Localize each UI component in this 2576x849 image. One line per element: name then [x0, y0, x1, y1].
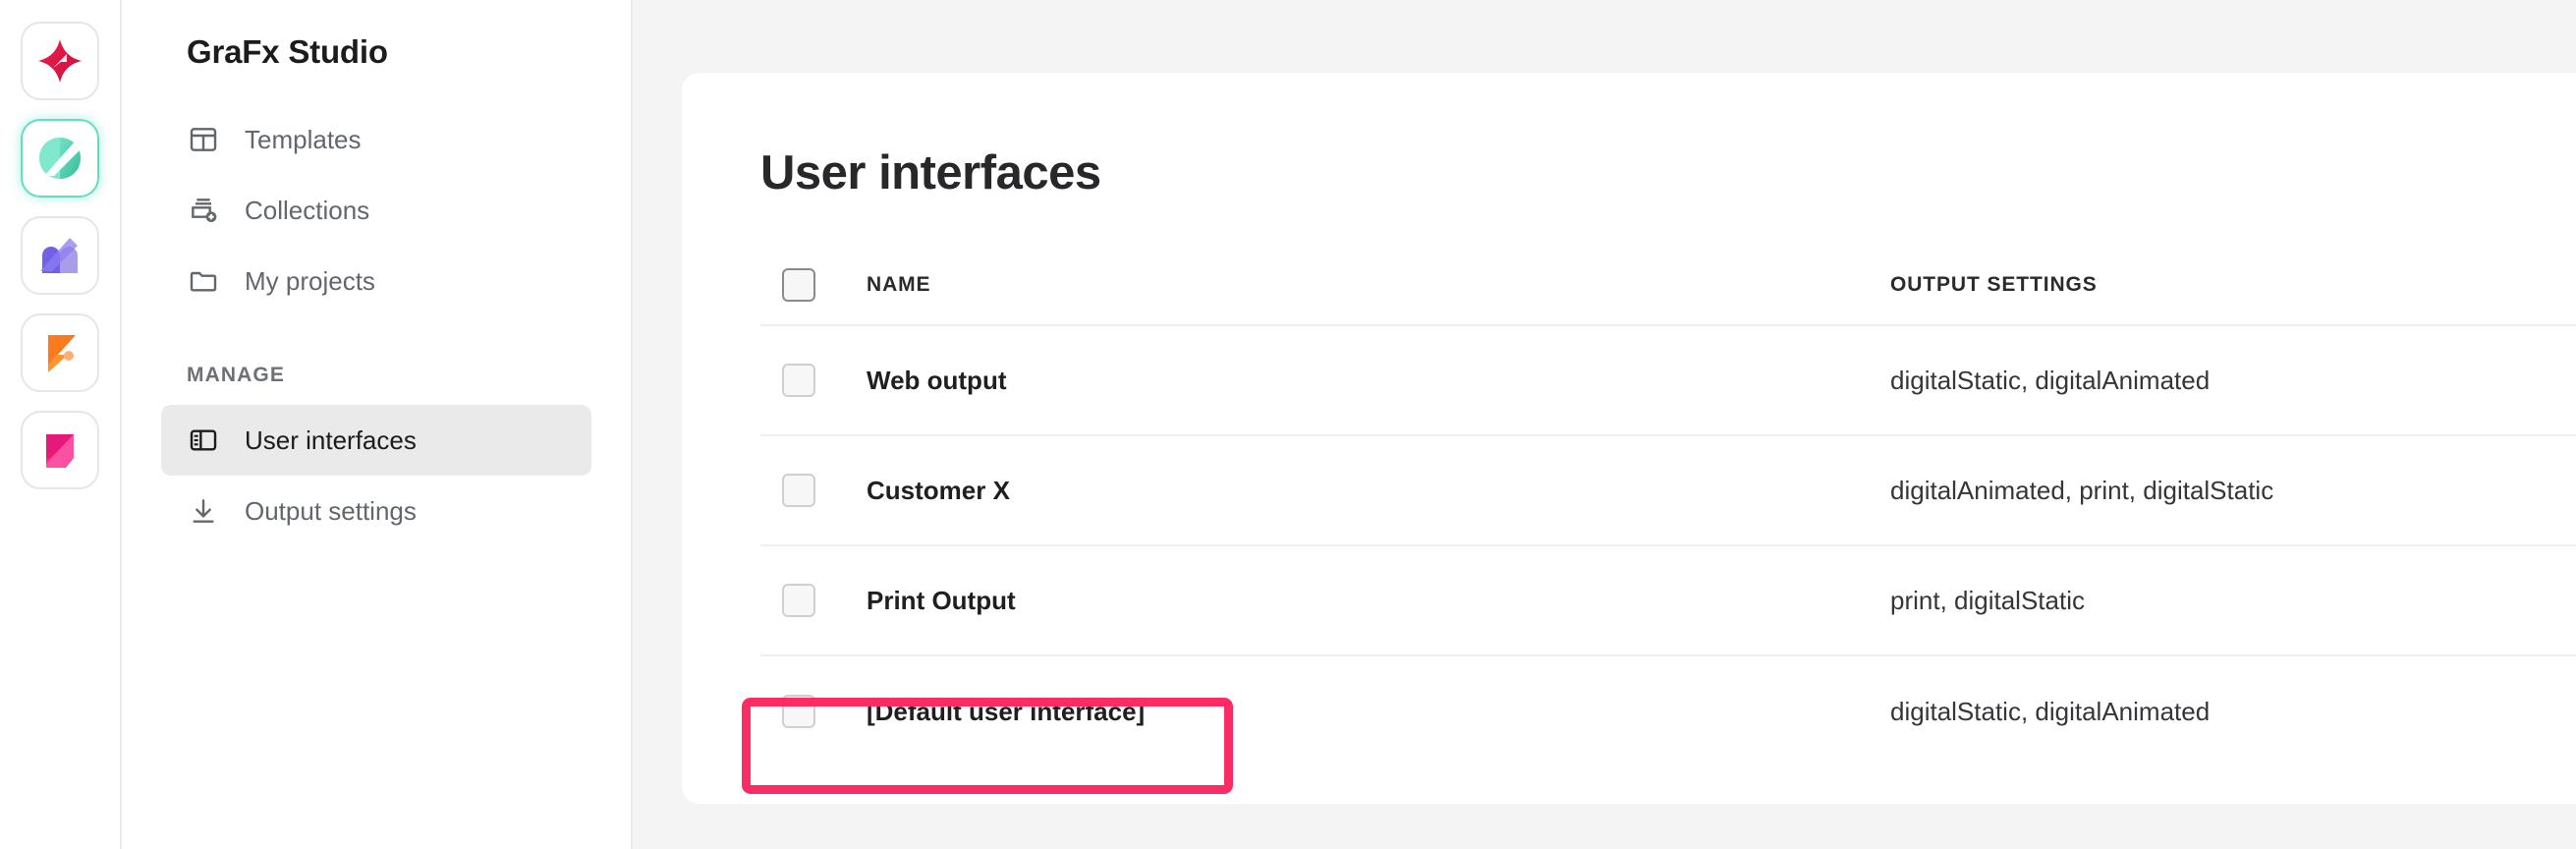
sidebar-item-label: User interfaces — [245, 425, 417, 455]
row-checkbox[interactable] — [782, 584, 815, 617]
collections-add-icon — [187, 194, 220, 227]
sidebar-item-templates[interactable]: Templates — [161, 104, 591, 175]
row-select-cell — [760, 695, 867, 728]
flag-f-icon — [36, 329, 84, 376]
row-output-settings: digitalStatic, digitalAnimated — [1890, 365, 2211, 395]
layout-template-icon — [187, 123, 220, 156]
sidebar-item-collections[interactable]: Collections — [161, 175, 591, 246]
app-icon-purple[interactable] — [21, 216, 99, 295]
sidebar-item-label: Templates — [245, 125, 362, 154]
sidebar-item-my-projects[interactable]: My projects — [161, 246, 591, 316]
row-select-cell — [760, 584, 867, 617]
app-switcher-rail — [0, 0, 122, 849]
table-row[interactable]: [Default user interface] digitalStatic, … — [760, 656, 2576, 766]
select-all-checkbox[interactable] — [782, 268, 815, 302]
sidebar-item-user-interfaces[interactable]: User interfaces — [161, 405, 591, 476]
row-name: [Default user interface] — [867, 696, 1146, 726]
table-row[interactable]: Print Output print, digitalStatic — [760, 546, 2576, 656]
application-window: GraFx Studio Templates Collections My pr… — [0, 0, 2576, 849]
leaf-s-icon — [36, 135, 84, 182]
app-icon-grafx-studio[interactable] — [21, 119, 99, 198]
sidebar-item-output-settings[interactable]: Output settings — [161, 476, 591, 546]
row-select-cell — [760, 474, 867, 507]
row-checkbox[interactable] — [782, 364, 815, 397]
app-title: GraFx Studio — [187, 33, 388, 70]
nav-section-manage-title: MANAGE — [187, 364, 285, 386]
table-row[interactable]: Web output digitalStatic, digitalAnimate… — [760, 326, 2576, 436]
table-header-row: NAME OUTPUT SETTINGS — [760, 246, 2576, 326]
user-interfaces-table: NAME OUTPUT SETTINGS Web output digitalS… — [760, 246, 2576, 766]
app-icon-pink[interactable] — [21, 411, 99, 489]
row-output-settings: print, digitalStatic — [1890, 585, 2085, 615]
sidebar: GraFx Studio Templates Collections My pr… — [122, 0, 633, 849]
row-output-settings: digitalAnimated, print, digitalStatic — [1890, 475, 2274, 505]
download-icon — [187, 494, 220, 528]
column-header-name[interactable]: NAME — [867, 273, 1890, 297]
app-icon-orange[interactable] — [21, 313, 99, 392]
row-name: Web output — [867, 365, 1007, 395]
row-select-cell — [760, 364, 867, 397]
folder-icon — [187, 264, 220, 298]
sidebar-item-label: Collections — [245, 196, 370, 225]
user-interfaces-card: User interfaces NAME OUTPUT SETTINGS Web… — [682, 73, 2576, 804]
primary-nav: Templates Collections My projects MANAGE… — [161, 104, 591, 546]
sidebar-item-label: Output settings — [245, 496, 417, 526]
double-arch-icon — [36, 232, 84, 279]
row-checkbox[interactable] — [782, 474, 815, 507]
row-output-settings: digitalStatic, digitalAnimated — [1890, 696, 2211, 726]
row-name: Print Output — [867, 585, 1016, 615]
star-burst-icon — [36, 37, 84, 85]
main-content: User interfaces NAME OUTPUT SETTINGS Web… — [633, 0, 2576, 849]
panel-layout-icon — [187, 424, 220, 457]
sidebar-item-label: My projects — [245, 266, 375, 296]
row-name: Customer X — [867, 475, 1010, 505]
column-header-output-settings[interactable]: OUTPUT SETTINGS — [1890, 273, 2576, 297]
folded-square-icon — [36, 426, 84, 474]
page-title: User interfaces — [760, 146, 1101, 199]
table-row[interactable]: Customer X digitalAnimated, print, digit… — [760, 436, 2576, 546]
row-checkbox[interactable] — [782, 695, 815, 728]
app-icon-studio-red[interactable] — [21, 22, 99, 100]
select-all-cell — [760, 268, 867, 302]
